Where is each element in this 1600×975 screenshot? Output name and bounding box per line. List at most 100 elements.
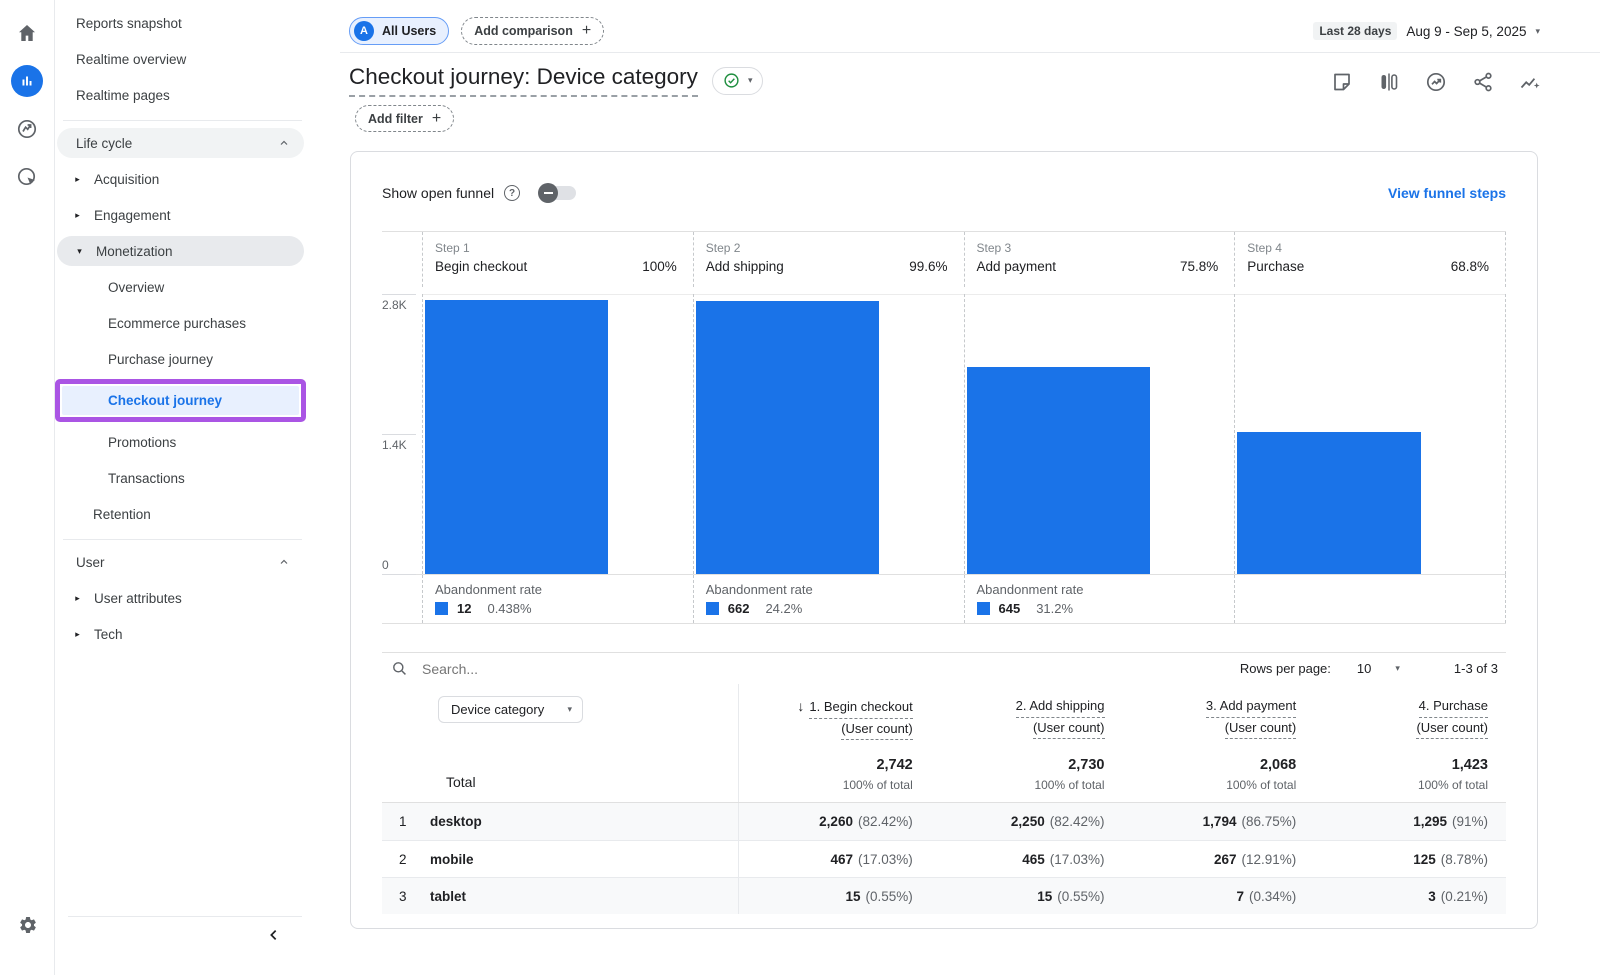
column-label[interactable]: 3. Add payment: [1206, 696, 1296, 718]
settings-gear-icon[interactable]: [0, 915, 55, 935]
funnel-bar-purchase[interactable]: [1237, 432, 1420, 574]
cell-value: 2,250: [1011, 814, 1045, 829]
plus-icon: +: [582, 22, 591, 40]
total-share: 100% of total: [1314, 778, 1488, 792]
search-input[interactable]: [422, 661, 722, 677]
column-label[interactable]: 4. Purchase: [1419, 696, 1488, 718]
sidebar-item-engagement[interactable]: ▸Engagement: [55, 197, 310, 233]
sparkline-insights-icon[interactable]: [1518, 70, 1542, 94]
comparison-bars-icon[interactable]: [1377, 70, 1401, 94]
caret-down-icon: ▾: [1395, 663, 1400, 674]
cell-percent: (0.55%): [1057, 889, 1104, 904]
cell-value: 3: [1428, 889, 1436, 904]
explore-icon[interactable]: [10, 112, 44, 146]
cell-value: 467: [830, 852, 853, 867]
sidebar-item-overview[interactable]: Overview: [55, 269, 310, 305]
y-tick: 0: [382, 574, 416, 575]
funnel-bar-add-shipping[interactable]: [696, 301, 879, 574]
funnel-bar-add-payment[interactable]: [967, 367, 1150, 574]
funnel-bar-begin-checkout[interactable]: [425, 300, 608, 574]
total-value: 2,068: [1123, 757, 1297, 773]
report-status-button[interactable]: ▾: [712, 67, 764, 95]
sidebar-item-realtime-overview[interactable]: Realtime overview: [55, 41, 310, 77]
reports-icon[interactable]: [10, 64, 44, 98]
cell-percent: (8.78%): [1441, 852, 1488, 867]
step-name: Add payment: [977, 259, 1057, 274]
note-icon[interactable]: [1330, 70, 1354, 94]
abandonment-step-3: Abandonment rate 64531.2%: [964, 575, 1235, 623]
sort-descending-icon[interactable]: ↓: [797, 698, 804, 714]
dimension-selector[interactable]: Device category ▾: [438, 696, 583, 723]
column-label[interactable]: 1. Begin checkout: [809, 697, 912, 719]
sidebar-item-realtime-pages[interactable]: Realtime pages: [55, 77, 310, 113]
dimension-header-cell: Device category ▾ Total: [382, 684, 739, 802]
sidebar-item-reports-snapshot[interactable]: Reports snapshot: [55, 5, 310, 41]
abandonment-label: Abandonment rate: [435, 582, 681, 597]
abandonment-rate: 0.438%: [487, 601, 531, 616]
sidebar-item-label: Realtime pages: [76, 88, 170, 103]
sidebar-item-purchase-journey[interactable]: Purchase journey: [55, 341, 310, 377]
comparison-label: All Users: [382, 24, 436, 38]
expanded-arrow-icon: ▾: [72, 246, 87, 257]
sidebar-item-transactions[interactable]: Transactions: [55, 460, 310, 496]
all-users-comparison-chip[interactable]: A All Users: [349, 17, 449, 45]
add-comparison-label: Add comparison: [474, 24, 573, 38]
cell-percent: (0.21%): [1441, 889, 1488, 904]
sidebar-section-user[interactable]: User: [57, 547, 304, 577]
rows-per-page-select[interactable]: 10▾: [1357, 661, 1400, 676]
show-open-funnel-toggle[interactable]: [538, 183, 576, 203]
sidebar-item-label: User attributes: [94, 591, 182, 606]
sidebar-item-promotions[interactable]: Promotions: [55, 424, 310, 460]
sidebar-item-retention[interactable]: Retention: [55, 496, 310, 532]
sidebar-item-label: Reports snapshot: [76, 16, 182, 31]
column-sublabel[interactable]: (User count): [1416, 718, 1488, 740]
funnel-step-headers: Step 1 Begin checkout100% Step 2 Add shi…: [382, 232, 1506, 287]
sidebar-item-ecommerce-purchases[interactable]: Ecommerce purchases: [55, 305, 310, 341]
step-completion: 68.8%: [1451, 259, 1489, 274]
section-label: User: [76, 555, 105, 570]
column-sublabel[interactable]: (User count): [841, 719, 913, 741]
add-comparison-button[interactable]: Add comparison +: [461, 17, 604, 45]
cell-value: 15: [845, 889, 860, 904]
help-icon[interactable]: ?: [504, 185, 520, 201]
cell-value: 465: [1022, 852, 1045, 867]
comparison-avatar: A: [354, 21, 374, 41]
cell-percent: (86.75%): [1241, 814, 1296, 829]
column-sublabel[interactable]: (User count): [1033, 718, 1105, 740]
home-icon[interactable]: [10, 16, 44, 50]
table-toolbar: Rows per page: 10▾ 1-3 of 3: [382, 652, 1506, 684]
total-share: 100% of total: [739, 778, 913, 792]
checkout-journey-highlight-annotation: Checkout journey: [55, 379, 306, 422]
abandonment-step-2: Abandonment rate 66224.2%: [693, 575, 964, 623]
abandonment-row: Abandonment rate 120.438% Abandonment ra…: [382, 575, 1506, 624]
add-filter-button[interactable]: Add filter +: [355, 105, 454, 132]
insights-circle-icon[interactable]: [1424, 70, 1448, 94]
sidebar-item-label: Retention: [93, 507, 151, 522]
main-content: A All Users Add comparison + Last 28 day…: [310, 0, 1600, 975]
total-value: 2,742: [739, 757, 913, 773]
sidebar-item-acquisition[interactable]: ▸Acquisition: [55, 161, 310, 197]
collapse-sidebar-icon[interactable]: [266, 927, 282, 946]
sidebar-item-checkout-journey[interactable]: Checkout journey: [62, 386, 299, 415]
sidebar-item-monetization[interactable]: ▾Monetization: [57, 236, 304, 266]
section-label: Life cycle: [76, 136, 132, 151]
column-label[interactable]: 2. Add shipping: [1016, 696, 1105, 718]
view-funnel-steps-link[interactable]: View funnel steps: [1388, 185, 1506, 201]
abandonment-step-1: Abandonment rate 120.438%: [422, 575, 693, 623]
table-row-mobile: 2mobile 467(17.03%) 465(17.03%) 267(12.9…: [382, 840, 1506, 877]
collapsed-arrow-icon: ▸: [70, 629, 85, 640]
minus-icon: [544, 192, 553, 194]
sidebar-item-user-attributes[interactable]: ▸User attributes: [55, 580, 310, 616]
toggle-thumb: [538, 183, 558, 203]
column-sublabel[interactable]: (User count): [1225, 718, 1297, 740]
sidebar-item-tech[interactable]: ▸Tech: [55, 616, 310, 652]
share-icon[interactable]: [1471, 70, 1495, 94]
date-range-picker[interactable]: Last 28 days Aug 9 - Sep 5, 2025 ▾: [1313, 22, 1540, 40]
plus-icon: +: [432, 110, 441, 128]
abandonment-step-4-empty: [1234, 575, 1506, 623]
rows-per-page-label: Rows per page:: [1240, 661, 1331, 676]
sidebar-section-life-cycle[interactable]: Life cycle: [57, 128, 304, 158]
abandonment-rate: 31.2%: [1036, 601, 1073, 616]
abandonment-count: 645: [999, 601, 1021, 616]
advertising-icon[interactable]: [10, 160, 44, 194]
